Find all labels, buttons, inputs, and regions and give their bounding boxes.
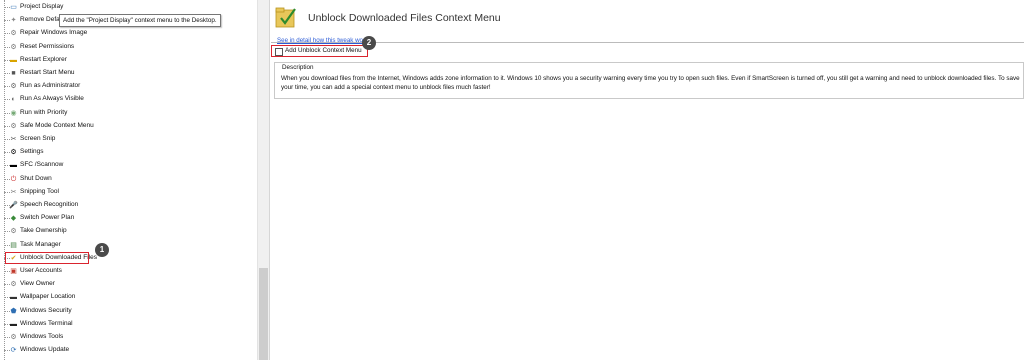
tree-item-label: Screen Snip: [20, 135, 56, 142]
tree-item[interactable]: ✂ Snipping Tool: [0, 186, 257, 199]
microphone-icon: 🎤: [9, 202, 18, 209]
scissors-icon: ✂: [10, 136, 17, 143]
tree-item-label: Restart Explorer: [20, 55, 67, 63]
tree-item-label: Safe Mode Context Menu: [20, 121, 94, 129]
explorer-icon: ▬: [10, 56, 17, 64]
tree-item[interactable]: ⚙ Safe Mode Context Menu: [0, 120, 257, 133]
tree-item[interactable]: ⏻ Shut Down: [0, 173, 257, 186]
scrollbar-thumb[interactable]: [259, 268, 268, 360]
tree-item[interactable]: ▬ Windows Terminal: [0, 318, 257, 331]
shield-icon: ⬟: [10, 307, 17, 315]
tree-item-label: Windows Update: [20, 346, 70, 354]
tree-item[interactable]: ▣ User Accounts: [0, 265, 257, 278]
tree-item[interactable]: ⚙ Reset Permissions: [0, 41, 257, 54]
tree-item-label: Task Manager: [20, 240, 61, 248]
tree-item[interactable]: ⚙ Take Ownership: [0, 225, 257, 238]
tree-item[interactable]: ◆ Switch Power Plan: [0, 212, 257, 225]
tree-item-label: Run as Administrator: [20, 82, 81, 90]
tree-item-label: Repair Windows Image: [20, 29, 88, 37]
terminal-icon: ▬: [10, 320, 17, 328]
gear-icon: ⚙: [10, 149, 17, 157]
tree-item[interactable]: ▬ Restart Explorer: [0, 54, 257, 67]
add-unblock-checkbox[interactable]: [275, 48, 283, 56]
remove-icon: ✦: [10, 17, 17, 25]
taskmanager-icon: ▤: [10, 241, 17, 249]
owner-icon: ⚙: [10, 281, 17, 289]
tree-item-label: Reset Permissions: [20, 42, 75, 50]
page-title: Unblock Downloaded Files Context Menu: [308, 12, 501, 24]
permissions-icon: ⚙: [10, 43, 17, 51]
tree-item[interactable]: ⚙ Windows Tools: [0, 331, 257, 344]
folder-check-icon: [275, 7, 296, 28]
tree-item-label: View Owner: [20, 280, 55, 288]
tree-item[interactable]: ◉ Run with Priority: [0, 107, 257, 120]
always-visible-icon: ◐: [11, 96, 16, 104]
monitor-icon: ▭: [10, 4, 17, 11]
tree-item-label: Windows Tools: [20, 333, 64, 340]
tree-item[interactable]: ⚙ Settings: [0, 146, 257, 159]
snipping-icon: ✂: [10, 188, 17, 196]
tree-selection-highlight: [5, 252, 89, 264]
user-icon: ▣: [10, 268, 17, 275]
add-unblock-checkbox-label[interactable]: Add Unblock Context Menu: [285, 47, 362, 54]
tweak-details-panel: Unblock Downloaded Files Context Menu Se…: [271, 0, 1024, 360]
tree-item-label: Project Display: [20, 3, 64, 10]
tree-item-label: Take Ownership: [20, 227, 67, 235]
tree-item-label: Shut Down: [20, 174, 52, 182]
tree-scrollbar[interactable]: [257, 0, 270, 360]
tree-item[interactable]: ◐ Run As Always Visible: [0, 93, 257, 106]
tree-item[interactable]: ⬟ Windows Security: [0, 305, 257, 318]
tree-item[interactable]: 🎤 Speech Recognition: [0, 199, 257, 212]
tree-item-label: User Accounts: [20, 267, 62, 274]
tree-item-label: Restart Start Menu: [20, 69, 75, 76]
powerplan-icon: ◆: [10, 215, 17, 223]
startmenu-icon: ■: [11, 70, 16, 77]
tree-item-label: Run with Priority: [20, 108, 68, 116]
console-icon: ▬: [10, 162, 17, 170]
tools-icon: ⚙: [10, 334, 17, 341]
wallpaper-icon: ▬: [10, 294, 17, 302]
tree-item-label: Snipping Tool: [20, 187, 59, 195]
tooltip: Add the "Project Display" context menu t…: [59, 14, 221, 27]
tree-item-label: Wallpaper Location: [20, 293, 76, 301]
power-icon: ⏻: [10, 175, 17, 183]
repair-icon: ⚙: [10, 30, 17, 38]
update-icon: ⟳: [10, 347, 17, 355]
ownership-icon: ⚙: [10, 228, 17, 236]
tree-item[interactable]: ▬ SFC /Scannow: [0, 159, 257, 172]
tree-item[interactable]: ■ Restart Start Menu: [0, 67, 257, 80]
tree-item-label: Settings: [20, 148, 44, 156]
tree-item-label: SFC /Scannow: [20, 161, 64, 169]
tree-item-label: Windows Security: [20, 306, 72, 314]
tree-item-label: Speech Recognition: [20, 201, 79, 208]
header-divider: [271, 42, 1024, 43]
tree-item[interactable]: ⚙ View Owner: [0, 278, 257, 291]
tree-item[interactable]: ⚙ Repair Windows Image: [0, 27, 257, 40]
tree-item-label: Switch Power Plan: [20, 214, 75, 222]
description-text: When you download files from the Interne…: [281, 75, 1020, 91]
step-badge-1: 1: [95, 243, 109, 257]
tree-item[interactable]: ▤ Task Manager: [0, 239, 257, 252]
tree-item[interactable]: ▬ Wallpaper Location: [0, 291, 257, 304]
safemode-icon: ⚙: [10, 122, 17, 130]
step-badge-2: 2: [362, 36, 376, 50]
description-title: Description: [281, 64, 315, 71]
tree-item[interactable]: ⟳ Windows Update: [0, 344, 257, 357]
priority-icon: ◉: [10, 109, 17, 117]
tree-item[interactable]: ✂ Screen Snip: [0, 133, 257, 146]
tree-item[interactable]: ▭ Project Display: [0, 1, 257, 14]
admin-icon: ⚙: [10, 83, 17, 91]
tweak-tree: ▭ Project Display ✦ Remove Default ⚙ Repair W…: [0, 0, 257, 360]
tree-item-label: Windows Terminal: [20, 319, 73, 327]
tree-item[interactable]: ⚙ Run as Administrator: [0, 80, 257, 93]
tree-item-label: Run As Always Visible: [20, 95, 84, 103]
